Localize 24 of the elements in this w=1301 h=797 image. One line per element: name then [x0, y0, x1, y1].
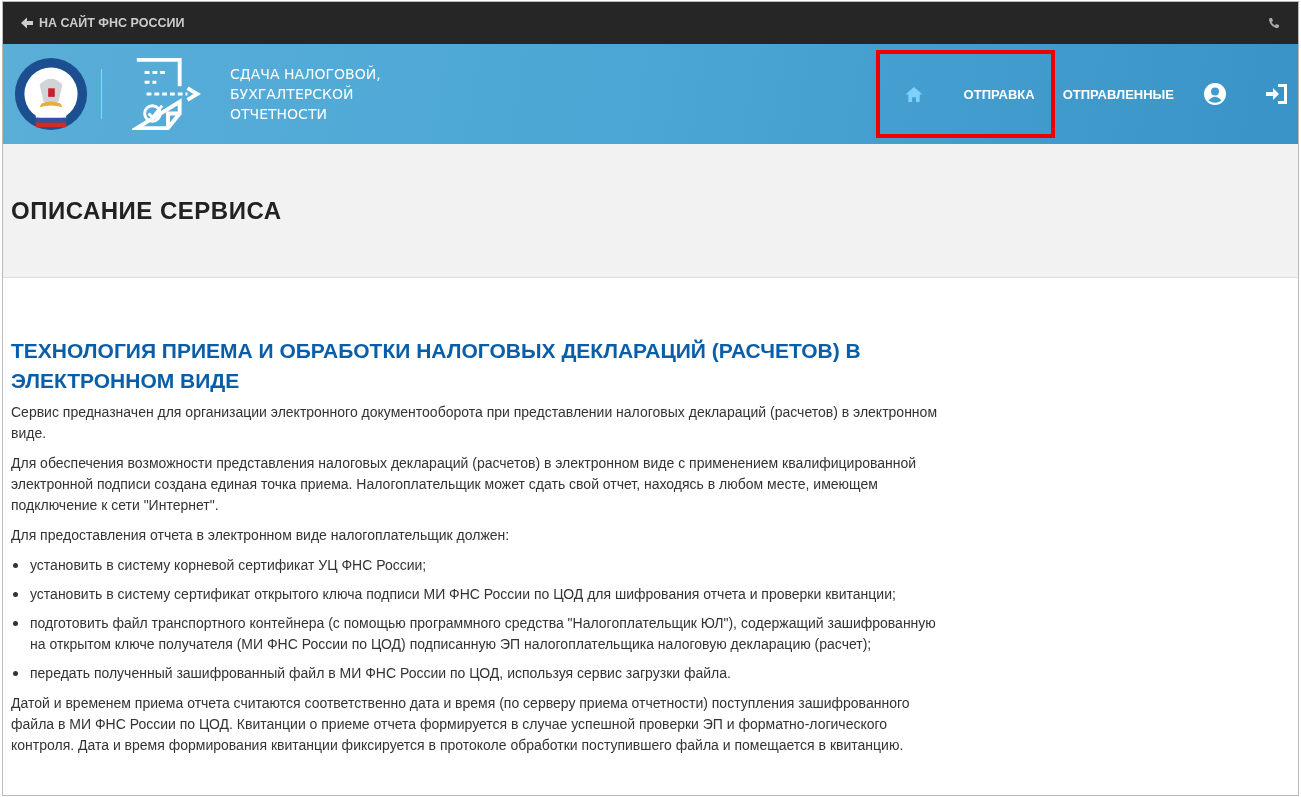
bullet-icon [13, 563, 18, 568]
nav-link[interactable]: ОТПРАВЛЕННЫЕ [1062, 86, 1174, 102]
bullet-icon [13, 671, 18, 676]
user-icon[interactable] [1204, 83, 1226, 105]
paragraph: Для обеспечения возможности представления налоговых деклараций (расчетов) в электронном виде с применением квалифицированной электронной подписи создана единая точка приема. Налогоплательщик может сдать свой отчет, находясь в любом месте, имеющем подключение к сети "Интернет". [11, 454, 918, 515]
logout-icon[interactable] [1266, 83, 1288, 105]
list-item-text: подготовить файл транспортного контейнера (с помощью программного средства "Налогоплательщик ЮЛ"), содержащий зашифрованную на открытом ключе получателя (МИ ФНС России по ЦОД) подписанную ЭП налогоплательщика налоговую декларацию (расчет); [30, 614, 937, 654]
arrow-left-icon [21, 17, 33, 29]
emblem-logo-icon [13, 56, 89, 132]
bullet-icon [13, 592, 18, 597]
list-item-text: установить в систему сертификат открытого ключа подписи МИ ФНС России по ЦОД для шифрования отчета и проверки квитанции; [30, 585, 896, 604]
bullet-icon [13, 621, 18, 626]
paragraph: Датой и временем приема отчета считаются соответственно дата и время (по серверу приема отчетности) поступления зашифрованного файла в МИ ФНС России по ЦОД. Квитанции о приеме отчета формируется в случае успешной проверки ЭП и форматно-логического контроля. Дата и время формирования квитанции фиксируется в протоколе обработки поступившего файла и помещается в квитанцию. [11, 694, 911, 755]
nav-link[interactable]: ОТПРАВКА [963, 86, 1035, 102]
paragraph: Для предоставления отчета в электронном виде налогоплательщик должен: [11, 526, 511, 545]
back-link[interactable]: НА САЙТ ФНС РОССИИ [21, 16, 185, 30]
home-icon[interactable] [903, 85, 924, 103]
paragraph: Сервис предназначен для организации электронного документооборота при представлении налоговых деклараций (расчетов) в электронном виде. [11, 403, 938, 443]
list-item-text: установить в систему корневой сертификат УЦ ФНС России; [30, 556, 427, 575]
list-item-text: передать полученный зашифрованный файл в МИ ФНС России по ЦОД, используя сервис загрузки файла. [30, 664, 731, 683]
page-title: ОПИСАНИЕ СЕРВИСА [11, 196, 282, 225]
service-title: СДАЧА НАЛОГОВОЙ, БУХГАЛТЕРСКОЙ ОТЧЕТНОСТИ [230, 64, 381, 124]
section-heading: ТЕХНОЛОГИЯ ПРИЕМА И ОБРАБОТКИ НАЛОГОВЫХ ДЕКЛАРАЦИЙ (РАСЧЕТОВ) В ЭЛЕКТРОННОМ ВИДЕ [11, 338, 862, 394]
phone-icon[interactable] [1268, 17, 1280, 29]
